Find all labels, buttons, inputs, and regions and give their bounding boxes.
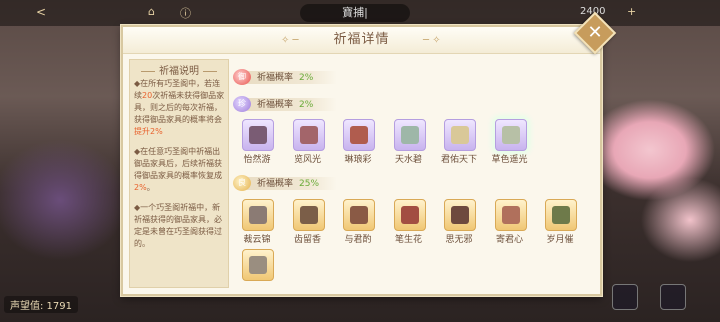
dialog-title: 祈福详情 [333,32,390,47]
furniture-item-icon [393,119,426,151]
furniture-item[interactable]: 齿留香 [284,199,334,249]
side-tool-icon[interactable] [612,284,638,310]
furniture-art-icon [501,126,520,144]
furniture-item-icon [292,119,325,151]
furniture-item-name: 天水碧 [394,155,422,165]
blessing-details-dialog: ✧ ─ 祈福详情 ─ ✧ 祈福说明 ◆在所有巧圣阁中，若连续20次祈福未获得御品… [121,25,602,296]
furniture-item-name: 览风光 [293,155,321,165]
furniture-item-name: 与君酌 [344,235,372,245]
furniture-item-name: 怡然游 [243,155,271,165]
home-icon[interactable]: ⌂ [148,5,155,18]
furniture-item-icon [444,119,476,151]
furniture-item[interactable]: 裁云锦 [233,199,283,249]
furniture-item-icon [292,199,325,231]
furniture-item-icon [393,199,426,231]
furniture-item-name: 思无邪 [445,235,473,245]
furniture-item-name: 笔生花 [394,235,422,245]
furniture-item[interactable]: 天水碧 [385,119,435,169]
furniture-item-name: 草色遥光 [491,155,528,165]
furniture-item-icon [494,199,527,231]
explanation-panel: 祈福说明 ◆在所有巧圣阁中，若连续20次祈福未获得御品家具，则之后的每次祈福，获… [129,59,229,288]
reward-list: 御 祈福概率 2% 珍 祈福概率 2% 怡然游 览风光 琳琅彩 天水碧 君佑天下 草色遥光 良… [233,57,595,289]
furniture-item-name: 琳琅彩 [344,155,372,165]
dialog-header: ✧ ─ 祈福详情 ─ ✧ [123,27,600,54]
furniture-item[interactable]: 岁月催 [536,199,586,249]
furniture-item-name: 齿留香 [293,235,321,245]
reputation-readout: 声望值: 1791 [4,296,78,313]
info-icon[interactable]: ⓘ [180,5,191,21]
furniture-item[interactable]: 思无邪 [435,199,485,249]
furniture-item-icon [444,199,476,231]
furniture-item[interactable]: 笔生花 [385,199,435,249]
furniture-item[interactable]: 寄君心 [486,199,536,249]
furniture-item[interactable]: 草色遥光 [486,119,536,169]
furniture-art-icon [350,206,368,224]
title-ornament-right-icon: ─ ✧ [423,35,441,46]
furniture-item-icon [343,119,375,151]
furniture-item-icon [343,199,375,231]
furniture-art-icon [249,256,267,274]
furniture-art-icon [400,206,419,224]
top-bar: < ⌂ ⓘ 寶捕| 2400 + [0,0,720,26]
add-icon[interactable]: + [627,5,636,18]
back-icon[interactable]: < [36,5,46,19]
explanation-title: 祈福说明 [130,62,228,77]
furniture-item[interactable]: 与君酌 [334,199,384,249]
close-button[interactable]: ✕ [580,18,610,48]
explanation-text: ◆在所有巧圣阁中，若连续20次祈福未获得御品家具，则之后的每次祈福，获得御品家具… [134,79,225,248]
tier-badge-good: 良 [233,175,251,191]
furniture-item-icon [545,199,577,231]
furniture-item-name: 君佑天下 [440,155,477,165]
furniture-art-icon [451,126,469,144]
furniture-item-icon [242,249,274,281]
side-settings-icon[interactable] [660,284,686,310]
furniture-item-name: 裁云锦 [243,235,271,245]
furniture-art-icon [299,126,318,144]
furniture-item-icon [494,119,527,151]
furniture-item-name: 寄君心 [495,235,523,245]
furniture-item[interactable]: 君佑天下 [435,119,485,169]
furniture-art-icon [249,206,267,224]
tier-badge-rare: 珍 [233,96,251,112]
furniture-art-icon [249,126,267,144]
furniture-item[interactable]: 览风光 [284,119,334,169]
furniture-item-icon [242,119,274,151]
furniture-art-icon [299,206,318,224]
furniture-art-icon [400,126,419,144]
furniture-art-icon [451,206,469,224]
furniture-art-icon [350,126,368,144]
furniture-item[interactable] [233,249,283,299]
furniture-item-name: 岁月催 [546,235,574,245]
furniture-item[interactable]: 怡然游 [233,119,283,169]
top-title: 寶捕| [300,4,410,22]
furniture-item-icon [242,199,274,231]
furniture-item[interactable]: 琳琅彩 [334,119,384,169]
tier-badge-royal: 御 [233,69,251,85]
furniture-art-icon [552,206,570,224]
furniture-art-icon [501,206,520,224]
